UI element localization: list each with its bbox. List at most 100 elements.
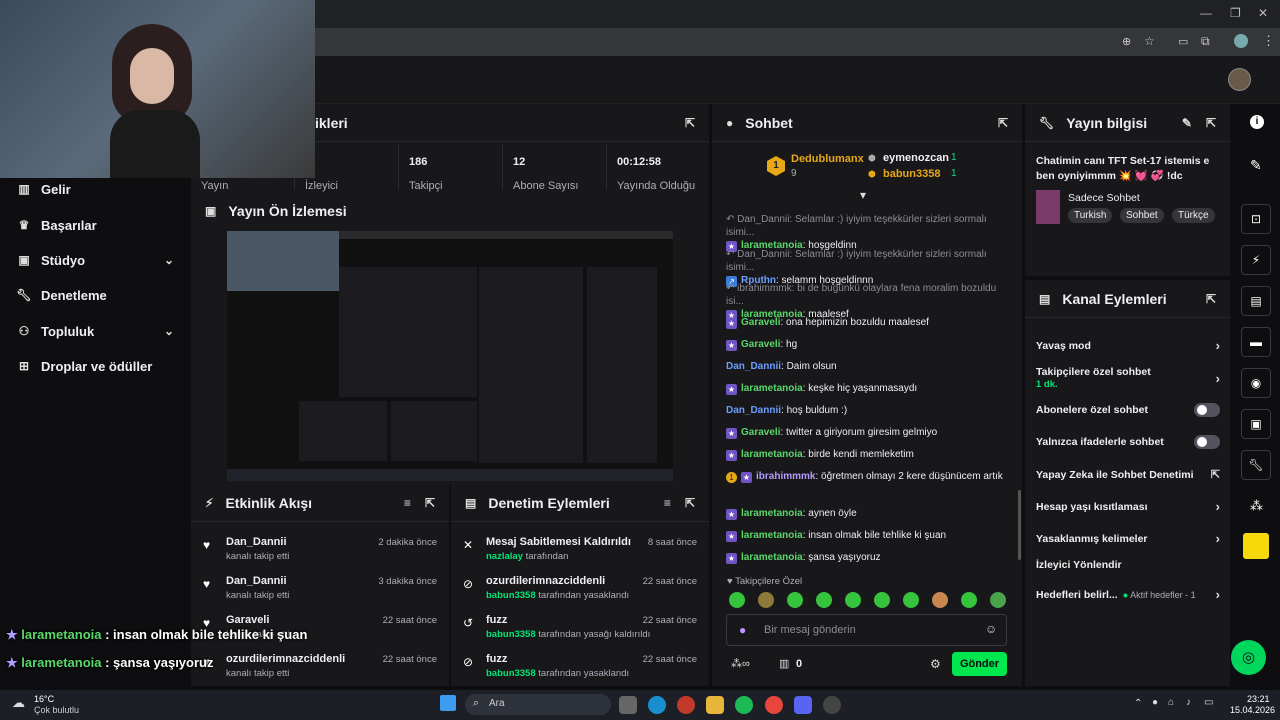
- sidebar-item-moderation[interactable]: 🔧︎ Denetleme: [16, 284, 174, 306]
- emote-icon[interactable]: [990, 592, 1006, 608]
- popout-icon[interactable]: ⇱: [685, 116, 695, 130]
- chat-message[interactable]: 1 ★ ibrahimmmk: öğretmen olmayı 2 kere düş…: [726, 470, 1006, 483]
- chrome-icon[interactable]: [765, 696, 783, 714]
- edge-icon[interactable]: [648, 696, 666, 714]
- followers-only-row[interactable]: Takipçilere özel sohbet 1 dk. ›: [1036, 366, 1220, 390]
- subs-only-row[interactable]: Abonelere özel sohbet: [1036, 403, 1220, 417]
- tray-chevron-icon[interactable]: ⌃: [1134, 698, 1142, 709]
- popout-icon[interactable]: ⇱: [685, 496, 695, 510]
- ai-moderation-row[interactable]: Yapay Zeka ile Sohbet Denetimi ⇱: [1036, 468, 1220, 482]
- emote-icon[interactable]: [961, 592, 977, 608]
- bits-icon[interactable]: ⁂: [1250, 498, 1263, 514]
- chat-icon[interactable]: ▬: [1241, 327, 1271, 357]
- extensions-icon[interactable]: ⧉: [1201, 34, 1210, 49]
- list-item[interactable]: ↺ fuzz babun3358 tarafından yasağı kaldırı…: [451, 608, 709, 647]
- list-item[interactable]: ⊘ ozurdilerimnazciddenli babun3358 tarafın…: [451, 569, 709, 608]
- cast-icon[interactable]: ▭: [1178, 35, 1188, 48]
- bits-icon[interactable]: ⁂∞: [731, 657, 750, 670]
- subs-only-toggle[interactable]: [1194, 403, 1220, 417]
- chat-message[interactable]: ★ larametanoia: şansa yaşıyoruz: [726, 551, 1006, 564]
- chat-message[interactable]: ★ larametanoia: keşke hiç yaşanmasaydı: [726, 382, 1006, 395]
- browser-menu-icon[interactable]: ⋮: [1262, 33, 1275, 49]
- tag-chip[interactable]: Türkçe: [1172, 208, 1215, 223]
- list-item[interactable]: ⊘ fuzz babun3358 tarafından yasaklandı 22 s…: [451, 647, 709, 686]
- spotify-icon[interactable]: [735, 696, 753, 714]
- chat-message[interactable]: ★ Garaveli: twitter a giriyorum giresim g…: [726, 426, 1006, 439]
- windows-start-icon[interactable]: [440, 695, 456, 711]
- list-item[interactable]: ♥ Dan_Dannii kanalı takip etti 2 dakika önc…: [191, 530, 449, 569]
- emote-only-toggle[interactable]: [1194, 435, 1220, 449]
- broadcast-icon[interactable]: ◉: [1241, 368, 1271, 398]
- emote-picker-icon[interactable]: ☺: [985, 622, 997, 636]
- help-icon[interactable]: ◎: [1231, 640, 1266, 675]
- list-item[interactable]: ♥ Dan_Dannii kanalı takip etti 3 dakika önc…: [191, 569, 449, 608]
- maximize-icon[interactable]: ❐: [1230, 6, 1241, 20]
- emote-icon[interactable]: [932, 592, 948, 608]
- account-age-row[interactable]: Hesap yaşı kısıtlaması ›: [1036, 499, 1220, 514]
- sidebar-item-studio[interactable]: ▣ Stüdyo ⌄: [16, 249, 174, 271]
- notes-icon[interactable]: ▤: [1241, 286, 1271, 316]
- slow-mode-row[interactable]: Yavaş mod ›: [1036, 338, 1220, 353]
- filter-icon[interactable]: ≡: [404, 496, 411, 510]
- emote-only-row[interactable]: Yalnızca ifadelerle sohbet: [1036, 435, 1220, 449]
- zoom-icon[interactable]: ⊕: [1122, 35, 1131, 48]
- chat-message[interactable]: ★ larametanoia: aynen öyle: [726, 507, 1006, 520]
- chat-input[interactable]: ● Bir mesaj gönderin ☺: [726, 614, 1007, 646]
- chat-scrollbar[interactable]: [1018, 490, 1021, 560]
- chat-message[interactable]: Dan_Dannii: hoş buldum :): [726, 404, 1006, 417]
- clip-icon[interactable]: ⊡: [1241, 204, 1271, 234]
- points-icon[interactable]: ▥: [779, 657, 789, 670]
- sidebar-item-drops[interactable]: ⊞ Droplar ve ödüller: [16, 355, 174, 377]
- app-icon[interactable]: [677, 696, 695, 714]
- emote-icon[interactable]: [729, 592, 745, 608]
- emote-icon[interactable]: [845, 592, 861, 608]
- filter-icon[interactable]: ≡: [664, 496, 671, 510]
- pencil-icon[interactable]: ✎: [1250, 157, 1262, 174]
- popout-icon[interactable]: ⇱: [998, 116, 1008, 130]
- info-icon[interactable]: i: [1250, 115, 1264, 129]
- prediction-icon[interactable]: ▣: [1241, 409, 1271, 439]
- emote-icon[interactable]: [758, 592, 774, 608]
- wrench-icon[interactable]: 🔧︎: [1241, 450, 1271, 480]
- goals-row[interactable]: Hedefleri belirl... ● Aktif hedefler - 1 ›: [1036, 587, 1220, 602]
- gear-icon[interactable]: ⚙: [930, 657, 941, 671]
- network-icon[interactable]: ⌂: [1168, 697, 1174, 708]
- gifter-name[interactable]: eymenozcan: [883, 152, 949, 164]
- file-explorer-icon[interactable]: [706, 696, 724, 714]
- category-name[interactable]: Sadece Sohbet: [1068, 192, 1140, 204]
- tag-chip[interactable]: Turkish: [1068, 208, 1113, 223]
- profile-icon[interactable]: [1234, 34, 1248, 48]
- battery-icon[interactable]: ▭: [1204, 697, 1213, 708]
- discord-icon[interactable]: [794, 696, 812, 714]
- minimize-icon[interactable]: —: [1200, 6, 1212, 20]
- task-view-icon[interactable]: [619, 696, 637, 714]
- emote-icon[interactable]: [787, 592, 803, 608]
- pencil-icon[interactable]: ✎: [1182, 116, 1192, 130]
- extension-icon[interactable]: [1243, 533, 1269, 559]
- weather-icon[interactable]: ☁: [12, 695, 25, 711]
- emote-icon[interactable]: [903, 592, 919, 608]
- list-item[interactable]: ♥ ozurdilerimnazciddenli kanalı takip etti…: [191, 647, 449, 686]
- top-gifter-name[interactable]: Dedublumanx: [791, 153, 864, 165]
- chat-message[interactable]: ★ larametanoia: insan olmak bile tehlike …: [726, 529, 1006, 542]
- popout-icon[interactable]: ⇱: [425, 496, 435, 510]
- popout-icon[interactable]: ⇱: [1206, 292, 1216, 306]
- mic-icon[interactable]: ●: [1152, 697, 1158, 708]
- sidebar-item-community[interactable]: ⚇ Topluluk ⌄: [16, 320, 174, 342]
- mic-icon[interactable]: ●: [739, 623, 746, 637]
- emote-icon[interactable]: [816, 592, 832, 608]
- tag-chip[interactable]: Sohbet: [1120, 208, 1164, 223]
- sidebar-item-revenue[interactable]: ▥ Gelir: [16, 178, 174, 200]
- volume-icon[interactable]: ♪: [1186, 697, 1191, 708]
- popout-icon[interactable]: ⇱: [1206, 116, 1216, 130]
- close-icon[interactable]: ✕: [1258, 6, 1268, 20]
- banned-words-row[interactable]: Yasaklanmış kelimeler ›: [1036, 531, 1220, 546]
- list-item[interactable]: ✕ Mesaj Sabitlemesi Kaldırıldı nazlalay ta…: [451, 530, 709, 569]
- sidebar-item-achievements[interactable]: ♛ Başarılar: [16, 214, 174, 236]
- user-avatar[interactable]: [1228, 68, 1251, 91]
- chat-message[interactable]: ★ Garaveli: ona hepimizin bozuldu maalese…: [726, 316, 1006, 329]
- chat-message[interactable]: ★ larametanoia: birde kendi memleketim: [726, 448, 1006, 461]
- send-button[interactable]: Gönder: [952, 652, 1007, 676]
- chat-message[interactable]: ↶ Dan_Dannii: Selamlar :) iyiyim teşekkü…: [726, 213, 1006, 252]
- obs-icon[interactable]: [823, 696, 841, 714]
